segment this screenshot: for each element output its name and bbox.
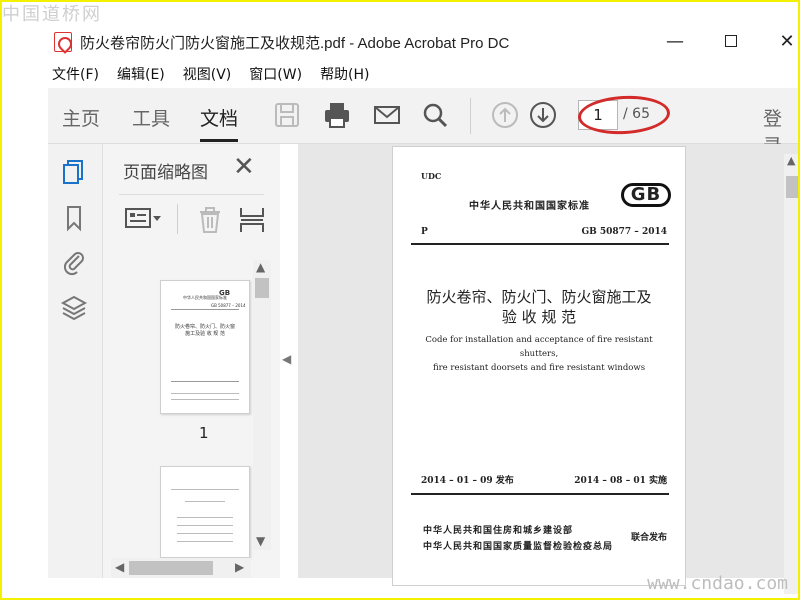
scroll-down-arrow[interactable]: ▼ xyxy=(256,534,265,548)
mail-icon[interactable] xyxy=(372,100,402,130)
panel-divider xyxy=(119,194,264,195)
standard-code: GB 50877 – 2014 xyxy=(581,227,667,237)
title-cn-line1: 防火卷帘、防火门、防火窗施工及 xyxy=(426,288,652,306)
header-rule xyxy=(411,243,669,245)
doc-scroll-thumb[interactable] xyxy=(786,176,798,198)
document-page: UDC 中华人民共和国国家标准 GB P GB 50877 – 2014 防火卷… xyxy=(392,146,686,586)
title-en-line2: fire resistant doorsets and fire resista… xyxy=(432,363,646,373)
close-button[interactable]: ✕ xyxy=(772,30,798,54)
title-cn-line2: 验 收 规 范 xyxy=(501,308,577,326)
issuing-bodies: 中华人民共和国住房和城乡建设部 中华人民共和国国家质量监督检验检疫总局 xyxy=(423,523,613,555)
thumbnail-hscrollbar[interactable]: ◀ ▶ xyxy=(111,558,251,578)
doc-scroll-up-arrow[interactable]: ▲ xyxy=(787,154,795,167)
acrobat-window: 防火卷帘防火门防火窗施工及收规范.pdf - Adobe Acrobat Pro… xyxy=(2,2,798,598)
panel-title: 页面缩略图 xyxy=(123,163,208,183)
page-thumbnails-icon[interactable] xyxy=(60,158,88,186)
udc-label: UDC xyxy=(421,171,442,181)
mini-header: 中华人民共和国国家标准 xyxy=(183,295,227,300)
mini-title: 防火卷帘、防火门、防火窗施工及验 收 规 范 xyxy=(175,324,236,337)
joint-issue-label: 联合发布 xyxy=(630,533,667,543)
menu-bar: 文件(F) 编辑(E) 视图(V) 窗口(W) 帮助(H) xyxy=(52,64,370,86)
left-rail xyxy=(48,144,102,578)
toolbar-divider xyxy=(470,98,471,134)
minimize-button[interactable]: — xyxy=(660,30,690,54)
mini-rule xyxy=(171,309,239,310)
hscroll-thumb[interactable] xyxy=(129,561,213,575)
tab-tools[interactable]: 工具 xyxy=(132,104,170,131)
search-icon[interactable] xyxy=(420,100,450,130)
document-title-en: Code for installation and acceptance of … xyxy=(405,333,673,375)
delete-page-icon[interactable] xyxy=(197,206,223,238)
document-scrollbar[interactable]: ▲ xyxy=(784,154,798,594)
mini-rule xyxy=(171,489,239,490)
arrow-down-icon[interactable] xyxy=(528,100,558,130)
crop-page-icon[interactable] xyxy=(239,206,265,238)
footer-rule xyxy=(411,493,669,495)
window-title: 防火卷帘防火门防火窗施工及收规范.pdf - Adobe Acrobat Pro… xyxy=(80,35,510,52)
gb-logo: GB xyxy=(621,183,671,207)
scroll-left-arrow[interactable]: ◀ xyxy=(115,560,124,574)
menu-window[interactable]: 窗口(W) xyxy=(249,64,302,86)
menu-help[interactable]: 帮助(H) xyxy=(320,64,369,86)
maximize-button[interactable] xyxy=(716,30,746,54)
print-icon[interactable] xyxy=(322,100,352,130)
issue-date: 2014 – 01 – 09 发布 xyxy=(421,476,514,486)
tab-home[interactable]: 主页 xyxy=(62,104,100,131)
menu-file[interactable]: 文件(F) xyxy=(52,64,99,86)
watermark-top: 中国道桥网 xyxy=(2,4,102,25)
save-icon[interactable] xyxy=(272,100,302,130)
title-bar: 防火卷帘防火门防火窗施工及收规范.pdf - Adobe Acrobat Pro… xyxy=(2,2,798,58)
issuer-2: 中华人民共和国国家质量监督检验检疫总局 xyxy=(423,542,614,552)
mini-rule xyxy=(177,541,233,542)
attachment-icon[interactable] xyxy=(60,248,88,276)
thumbnail-options-icon[interactable] xyxy=(125,206,163,236)
maximize-icon xyxy=(725,35,737,47)
scroll-right-arrow[interactable]: ▶ xyxy=(235,560,244,574)
issuer-1: 中华人民共和国住房和城乡建设部 xyxy=(423,526,574,536)
title-en-line1: Code for installation and acceptance of … xyxy=(425,335,653,359)
mini-rule xyxy=(171,381,239,382)
mini-rule xyxy=(171,393,239,394)
mini-rule xyxy=(177,533,233,534)
watermark-bottom: www.cndao.com xyxy=(647,573,788,594)
tab-document[interactable]: 文档 xyxy=(200,104,239,142)
mini-gb-logo: GB xyxy=(219,289,231,297)
page-thumbnail-1[interactable]: 中华人民共和国国家标准 GB GB 50877 – 2014 防火卷帘、防火门、… xyxy=(160,280,250,414)
toolbar: 主页 工具 文档 1 / 65 登录 xyxy=(48,88,798,157)
bookmark-icon[interactable] xyxy=(60,204,88,232)
thumbnail-page-label: 1 xyxy=(199,424,209,442)
thumbnails-panel: 页面缩略图 ✕ ▲ ▼ 中华人民共和国国家标准 GB GB 50877 – 20… xyxy=(102,144,280,578)
mini-rule xyxy=(177,525,233,526)
mini-code: GB 50877 – 2014 xyxy=(211,303,246,308)
page-thumbnail-2[interactable] xyxy=(160,466,250,558)
document-title-cn: 防火卷帘、防火门、防火窗施工及 验 收 规 范 xyxy=(393,287,685,327)
panel-close-button[interactable]: ✕ xyxy=(233,152,255,182)
collapse-panel-arrow[interactable]: ◀ xyxy=(282,352,291,366)
mini-rule xyxy=(185,501,225,502)
layers-icon[interactable] xyxy=(60,294,88,322)
implement-date: 2014 – 08 – 01 实施 xyxy=(574,476,667,486)
classification-p: P xyxy=(421,227,428,237)
menu-edit[interactable]: 编辑(E) xyxy=(117,64,165,86)
national-standard-label: 中华人民共和国国家标准 xyxy=(469,201,590,212)
mini-rule xyxy=(171,399,239,400)
document-area: UDC 中华人民共和国国家标准 GB P GB 50877 – 2014 防火卷… xyxy=(298,144,798,594)
thumbnail-scrollbar[interactable]: ▲ ▼ xyxy=(253,260,271,550)
panel-divider-vertical xyxy=(177,204,178,234)
scroll-up-arrow[interactable]: ▲ xyxy=(256,260,265,274)
pdf-file-icon xyxy=(54,32,72,52)
mini-rule xyxy=(177,517,233,518)
thumbnail-scroll-thumb[interactable] xyxy=(255,278,269,298)
menu-view[interactable]: 视图(V) xyxy=(183,64,232,86)
arrow-up-icon[interactable] xyxy=(490,100,520,130)
